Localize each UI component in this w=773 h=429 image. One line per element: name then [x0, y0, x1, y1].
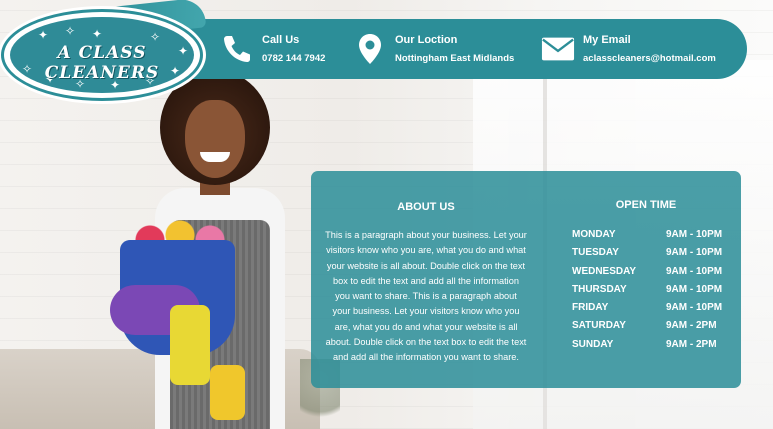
about-title: ABOUT US: [397, 201, 455, 213]
contact-phone[interactable]: Call Us 0782 144 7942: [220, 19, 325, 79]
brand-logo[interactable]: ✦ ✧ ✦ ✧ ✦ ✧ ✦ ✧ ✦ ✧ ✦ A CLASS CLEANERS: [0, 0, 207, 101]
hours-time: 9AM - 10PM: [666, 302, 723, 314]
hours-row: SATURDAY 9AM - 2PM: [572, 320, 732, 338]
phone-icon: [220, 32, 254, 66]
hours-day: THURSDAY: [572, 283, 627, 295]
location-pin-icon: [353, 32, 387, 66]
hours-time: 9AM - 10PM: [666, 265, 723, 277]
about-paragraph: This is a paragraph about your business.…: [325, 230, 527, 363]
sparkle-icon: ✧: [150, 30, 161, 44]
hours-row: TUESDAY 9AM - 10PM: [572, 247, 732, 265]
email-address[interactable]: aclasscleaners@hotmail.com: [583, 53, 716, 64]
location-value: Nottingham East Midlands: [395, 53, 515, 64]
hours-row: SUNDAY 9AM - 2PM: [572, 339, 732, 357]
hours-day: TUESDAY: [572, 247, 619, 259]
logo-text: A CLASS CLEANERS: [44, 43, 160, 83]
hours-row: FRIDAY 9AM - 10PM: [572, 302, 732, 320]
hours-time: 9AM - 10PM: [666, 283, 723, 295]
contact-email[interactable]: My Email aclasscleaners@hotmail.com: [541, 19, 716, 79]
opening-hours-list: MONDAY 9AM - 10PM TUESDAY 9AM - 10PM WED…: [572, 229, 732, 357]
sparkle-icon: ✦: [38, 28, 49, 42]
hours-day: SATURDAY: [572, 320, 626, 332]
cleaner-person-image: [100, 70, 330, 429]
contact-location[interactable]: Our Loction Nottingham East Midlands: [353, 19, 514, 79]
email-label: My Email: [583, 34, 631, 46]
phone-number[interactable]: 0782 144 7942: [262, 53, 325, 64]
hours-time: 9AM - 2PM: [666, 338, 717, 350]
hours-row: MONDAY 9AM - 10PM: [572, 229, 732, 247]
hours-day: SUNDAY: [572, 338, 614, 350]
sparkle-icon: ✧: [65, 24, 76, 38]
hours-row: WEDNESDAY 9AM - 10PM: [572, 266, 732, 284]
hours-time: 9AM - 2PM: [666, 320, 717, 332]
hours-day: WEDNESDAY: [572, 265, 637, 277]
phone-label: Call Us: [262, 34, 300, 46]
info-panel: ABOUT US This is a paragraph about your …: [311, 171, 741, 388]
hours-day: FRIDAY: [572, 302, 609, 314]
hours-row: THURSDAY 9AM - 10PM: [572, 284, 732, 302]
spray-bottle: [170, 305, 210, 385]
open-time-title: OPEN TIME: [615, 199, 677, 211]
face: [185, 100, 245, 178]
hours-time: 9AM - 10PM: [666, 247, 723, 259]
detergent-bottle: [210, 365, 245, 420]
hours-day: MONDAY: [572, 229, 616, 240]
location-label: Our Loction: [395, 34, 458, 46]
sparkle-icon: ✦: [92, 27, 103, 41]
envelope-icon: [541, 32, 575, 66]
hours-time: 9AM - 10PM: [666, 229, 723, 240]
